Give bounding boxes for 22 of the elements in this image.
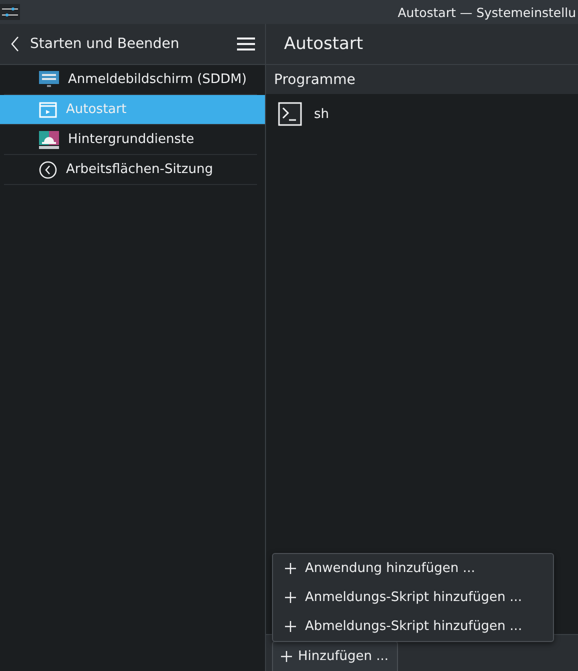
plus-icon <box>285 592 296 603</box>
window-title: Autostart — Systemeinstellu <box>398 4 577 20</box>
bell-icon <box>39 130 59 148</box>
sidebar-item[interactable]: Arbeitsflächen-Sitzung <box>4 155 257 185</box>
back-icon[interactable] <box>10 36 20 52</box>
sidebar-title: Starten und Beenden <box>30 36 180 52</box>
sidebar-item[interactable]: Hintergrunddienste <box>4 125 257 155</box>
window-icon <box>39 102 57 118</box>
plus-icon <box>285 621 296 632</box>
plus-icon <box>281 651 292 662</box>
terminal-icon <box>278 102 302 126</box>
menu-item[interactable]: Anmeldungs-Skript hinzufügen ... <box>273 583 553 612</box>
menu-item[interactable]: Abmeldungs-Skript hinzufügen ... <box>273 612 553 641</box>
add-button[interactable]: Hinzufügen ... <box>272 641 398 671</box>
page-title: Autostart <box>284 34 364 54</box>
monitor-icon <box>39 70 59 88</box>
plus-icon <box>285 563 296 574</box>
back-circle-icon <box>39 160 57 178</box>
menu-item[interactable]: Anwendung hinzufügen ... <box>273 554 553 583</box>
menu-icon[interactable] <box>237 37 255 51</box>
sliders-icon <box>0 4 20 20</box>
program-item[interactable]: sh <box>266 94 578 134</box>
